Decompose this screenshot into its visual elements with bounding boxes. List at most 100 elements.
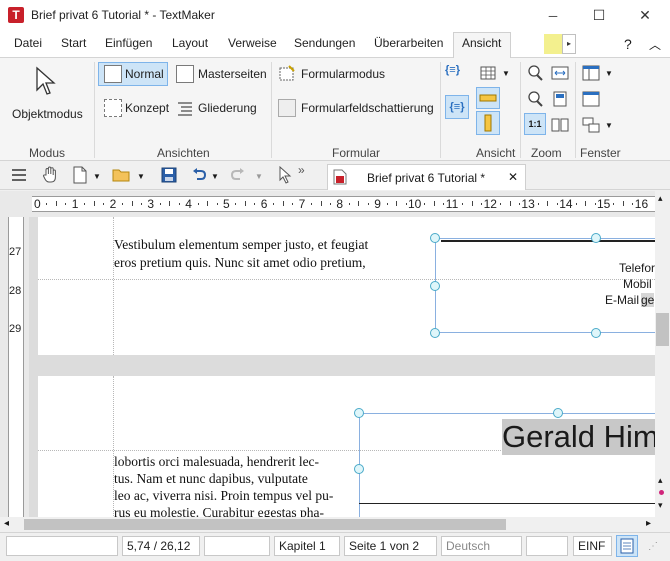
new-document-icon[interactable] xyxy=(73,166,87,184)
view-mode-toggle[interactable] xyxy=(616,535,638,557)
undo-icon[interactable] xyxy=(191,167,207,183)
contact-text-frame[interactable] xyxy=(435,238,655,333)
whole-page-icon[interactable] xyxy=(551,91,569,107)
vertical-scroll-thumb[interactable] xyxy=(656,313,669,346)
hruler-label: 15 xyxy=(597,197,611,211)
hruler-tick xyxy=(613,203,615,205)
hruler-tick xyxy=(178,203,180,205)
masterseiten-button[interactable]: Masterseiten xyxy=(198,67,267,81)
resize-handle[interactable] xyxy=(354,464,364,474)
zoom-out-icon[interactable] xyxy=(526,90,544,108)
hamburger-menu-icon[interactable] xyxy=(12,169,26,181)
hand-tool-icon[interactable] xyxy=(42,166,58,184)
resize-grip-icon[interactable]: ⋰ xyxy=(648,541,658,552)
close-button[interactable]: ✕ xyxy=(622,0,668,31)
formularmodus-button[interactable]: Formularmodus xyxy=(301,67,385,81)
resize-handle[interactable] xyxy=(354,408,364,418)
chevron-down-icon[interactable]: ▼ xyxy=(211,172,219,181)
tab-sendungen[interactable]: Sendungen xyxy=(294,36,355,50)
scroll-up-icon[interactable]: ▴ xyxy=(658,193,663,204)
konzept-button[interactable]: Konzept xyxy=(125,101,169,115)
vertical-scrollbar[interactable] xyxy=(655,191,670,517)
chevron-down-icon[interactable]: ▼ xyxy=(605,121,613,130)
formularfeldschattierung-button[interactable]: Formularfeldschattierung xyxy=(301,101,434,115)
tab-datei[interactable]: Datei xyxy=(14,36,42,50)
hruler-label: 8 xyxy=(336,197,344,211)
tab-ansicht[interactable]: Ansicht xyxy=(462,36,501,50)
browse-object-icon[interactable] xyxy=(659,490,664,495)
maximize-button[interactable]: ☐ xyxy=(576,0,622,31)
chevron-down-icon[interactable]: ▼ xyxy=(502,69,510,78)
body-text-line[interactable]: eros pretium quis. Nunc sit amet odio pr… xyxy=(114,254,366,271)
redo-icon[interactable] xyxy=(230,167,246,183)
tab-einfuegen[interactable]: Einfügen xyxy=(105,36,152,50)
zoom-in-icon[interactable] xyxy=(526,64,544,82)
hruler-tick xyxy=(65,203,67,205)
gliederung-button[interactable]: Gliederung xyxy=(198,101,257,115)
toolbar-overflow-button[interactable]: » xyxy=(298,163,305,177)
window-split-icon[interactable] xyxy=(582,65,600,81)
menu-scroll-button[interactable]: ▸ xyxy=(562,34,576,54)
grid-view-icon[interactable] xyxy=(480,66,496,80)
next-page-icon[interactable]: ▾ xyxy=(658,500,663,511)
resize-handle[interactable] xyxy=(553,408,563,418)
field-codes-icon[interactable]: {≡} xyxy=(445,64,460,76)
document-workspace[interactable]: Vestibulum elementum semper justo, et fe… xyxy=(29,217,655,517)
tab-layout[interactable]: Layout xyxy=(172,36,208,50)
resize-handle[interactable] xyxy=(430,281,440,291)
tab-verweise[interactable]: Verweise xyxy=(228,36,277,50)
insert-mode-indicator[interactable]: EINF xyxy=(573,536,612,556)
status-field-info xyxy=(6,536,118,556)
chevron-down-icon[interactable]: ▼ xyxy=(605,69,613,78)
hruler-label: 9 xyxy=(374,197,381,211)
tab-ueberarbeiten[interactable]: Überarbeiten xyxy=(374,36,443,50)
two-pages-icon[interactable] xyxy=(551,117,569,133)
hruler-label: 4 xyxy=(185,197,192,211)
tab-start[interactable]: Start xyxy=(61,36,86,50)
collapse-ribbon-icon[interactable]: ︿ xyxy=(649,36,661,53)
vruler-label: 27 xyxy=(9,246,22,258)
page-width-icon[interactable] xyxy=(551,65,569,81)
help-icon[interactable]: ? xyxy=(624,36,632,52)
resize-handle[interactable] xyxy=(430,233,440,243)
horizontal-scroll-thumb[interactable] xyxy=(24,519,506,530)
language-indicator[interactable]: Deutsch xyxy=(441,536,522,556)
sender-name-heading[interactable]: Gerald Him xyxy=(502,419,655,455)
scroll-left-icon[interactable]: ◂ xyxy=(4,518,9,529)
zoom-100-button[interactable]: 1:1 xyxy=(524,113,546,135)
body-text-line[interactable]: rus eu molestie. Curabitur egestas pha- xyxy=(114,504,324,517)
hruler-label: 14 xyxy=(559,197,573,211)
chevron-down-icon[interactable]: ▼ xyxy=(137,172,145,181)
chevron-down-icon[interactable]: ▼ xyxy=(255,172,263,181)
new-window-icon[interactable] xyxy=(582,91,600,107)
save-icon[interactable] xyxy=(161,167,177,183)
color-swatch[interactable] xyxy=(544,34,562,54)
chevron-down-icon[interactable]: ▼ xyxy=(93,172,101,181)
group-divider xyxy=(94,62,95,158)
resize-handle[interactable] xyxy=(430,328,440,338)
field-shading-toggle[interactable]: {≡} xyxy=(445,95,469,119)
body-text-line[interactable]: Vestibulum elementum semper justo, et fe… xyxy=(114,236,368,253)
minimize-button[interactable]: ─ xyxy=(530,0,576,31)
close-tab-icon[interactable]: ✕ xyxy=(508,170,518,184)
objektmodus-button[interactable]: Objektmodus xyxy=(12,107,83,121)
arrange-windows-icon[interactable] xyxy=(582,117,600,133)
scroll-right-icon[interactable]: ▸ xyxy=(646,518,651,529)
body-text-line[interactable]: tus. Nam et nunc dapibus, vulputate xyxy=(114,470,308,487)
body-text-line[interactable]: leo ac, viverra nisi. Proin tempus vel p… xyxy=(114,487,333,504)
resize-handle[interactable] xyxy=(591,328,601,338)
resize-handle[interactable] xyxy=(591,233,601,243)
vertical-ruler-toggle[interactable] xyxy=(476,111,500,135)
prev-page-icon[interactable]: ▴ xyxy=(658,475,663,486)
vertical-ruler[interactable] xyxy=(8,217,24,517)
hruler-tick xyxy=(103,203,105,205)
textmaker-app-icon[interactable]: T xyxy=(8,7,24,23)
page-indicator[interactable]: Seite 1 von 2 xyxy=(344,536,437,556)
horizontal-ruler-toggle[interactable] xyxy=(476,87,500,109)
hruler-tick xyxy=(500,203,502,205)
select-pointer-icon[interactable] xyxy=(278,165,292,184)
body-text-line[interactable]: lobortis orci malesuada, hendrerit lec- xyxy=(114,453,319,470)
open-folder-icon[interactable] xyxy=(112,167,132,183)
contact-email-field[interactable]: ge xyxy=(641,293,655,307)
hruler-tick xyxy=(282,201,284,206)
